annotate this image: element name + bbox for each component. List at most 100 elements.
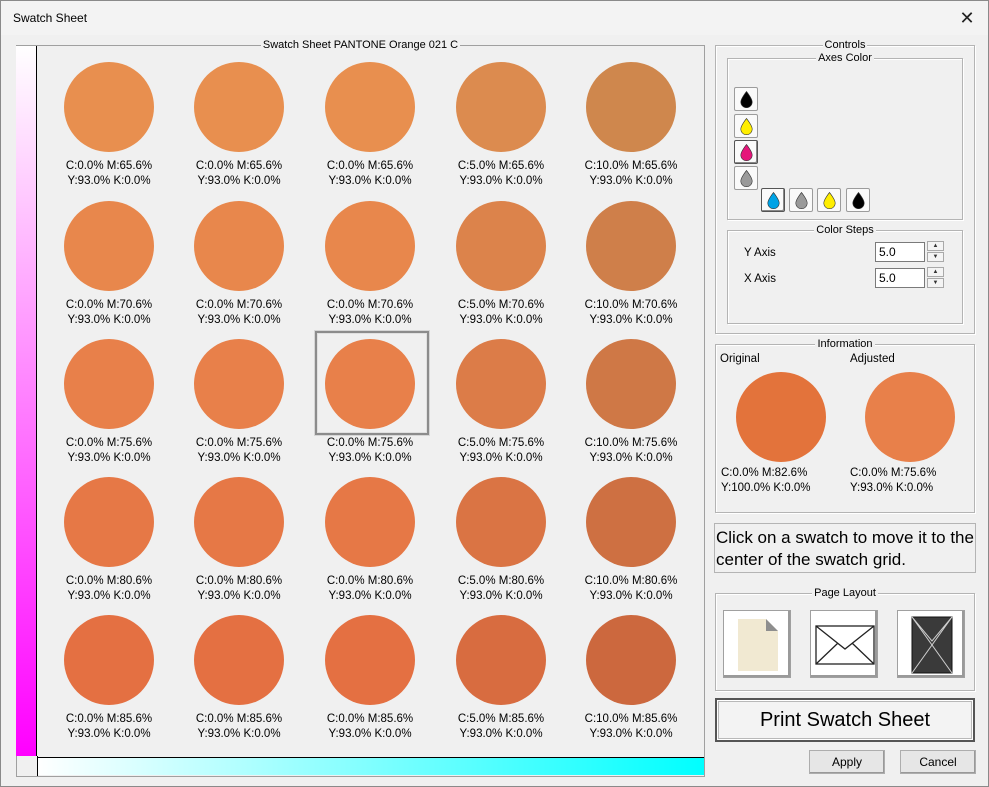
swatch-label: C:5.0% M:65.6% Y:93.0% K:0.0% bbox=[436, 159, 566, 189]
title-bar: Swatch Sheet ✕ bbox=[1, 1, 988, 35]
swatch-label-line2: Y:93.0% K:0.0% bbox=[459, 590, 543, 602]
swatch-cell[interactable]: C:0.0% M:75.6% Y:93.0% K:0.0% bbox=[305, 339, 435, 477]
close-icon[interactable]: ✕ bbox=[954, 5, 980, 31]
swatch-circle[interactable] bbox=[456, 62, 546, 152]
swatch-label-line1: C:10.0% M:85.6% bbox=[584, 713, 678, 725]
y-axis-step-input[interactable] bbox=[875, 242, 925, 262]
swatch-cell[interactable]: C:0.0% M:70.6% Y:93.0% K:0.0% bbox=[305, 201, 435, 339]
swatch-cell[interactable]: C:10.0% M:65.6% Y:93.0% K:0.0% bbox=[566, 62, 696, 200]
swatch-label: C:0.0% M:70.6% Y:93.0% K:0.0% bbox=[44, 298, 174, 328]
swatch-circle[interactable] bbox=[456, 615, 546, 705]
yellow-axis-color-button[interactable] bbox=[734, 114, 758, 138]
swatch-cell[interactable]: C:0.0% M:65.6% Y:93.0% K:0.0% bbox=[174, 62, 304, 200]
swatch-circle[interactable] bbox=[586, 62, 676, 152]
swatch-label: C:5.0% M:85.6% Y:93.0% K:0.0% bbox=[436, 712, 566, 742]
original-values: C:0.0% M:82.6% Y:100.0% K:0.0% bbox=[721, 466, 811, 496]
black-axis-color-button[interactable] bbox=[734, 87, 758, 111]
swatch-label: C:0.0% M:65.6% Y:93.0% K:0.0% bbox=[305, 159, 435, 189]
adjusted-values-line1: C:0.0% M:75.6% bbox=[850, 467, 937, 479]
swatch-label-line1: C:0.0% M:85.6% bbox=[65, 713, 153, 725]
swatch-cell[interactable]: C:10.0% M:80.6% Y:93.0% K:0.0% bbox=[566, 477, 696, 615]
page-layout-legend: Page Layout bbox=[812, 587, 878, 599]
swatch-circle[interactable] bbox=[586, 339, 676, 429]
swatch-label: C:10.0% M:75.6% Y:93.0% K:0.0% bbox=[566, 436, 696, 466]
swatch-label: C:0.0% M:85.6% Y:93.0% K:0.0% bbox=[44, 712, 174, 742]
layout-document-button[interactable] bbox=[723, 610, 791, 678]
yellow-axis-color-button[interactable] bbox=[817, 188, 841, 212]
swatch-label-line1: C:5.0% M:70.6% bbox=[457, 299, 545, 311]
swatch-cell[interactable]: C:10.0% M:85.6% Y:93.0% K:0.0% bbox=[566, 615, 696, 753]
swatch-cell[interactable]: C:5.0% M:85.6% Y:93.0% K:0.0% bbox=[436, 615, 566, 753]
swatch-cell[interactable]: C:5.0% M:80.6% Y:93.0% K:0.0% bbox=[436, 477, 566, 615]
swatch-circle[interactable] bbox=[325, 62, 415, 152]
swatch-circle[interactable] bbox=[64, 201, 154, 291]
swatch-circle[interactable] bbox=[586, 615, 676, 705]
swatch-circle[interactable] bbox=[586, 201, 676, 291]
swatch-label-line2: Y:93.0% K:0.0% bbox=[459, 314, 543, 326]
swatch-cell[interactable]: C:0.0% M:80.6% Y:93.0% K:0.0% bbox=[305, 477, 435, 615]
swatch-cell[interactable]: C:0.0% M:75.6% Y:93.0% K:0.0% bbox=[174, 339, 304, 477]
swatch-cell[interactable]: C:0.0% M:85.6% Y:93.0% K:0.0% bbox=[44, 615, 174, 753]
window-title: Swatch Sheet bbox=[13, 11, 88, 25]
swatch-circle[interactable] bbox=[456, 339, 546, 429]
swatch-circle[interactable] bbox=[325, 339, 415, 429]
swatch-cell[interactable]: C:0.0% M:85.6% Y:93.0% K:0.0% bbox=[174, 615, 304, 753]
swatch-circle[interactable] bbox=[586, 477, 676, 567]
swatch-label-line2: Y:93.0% K:0.0% bbox=[328, 590, 412, 602]
x-axis-step-up[interactable]: ▲ bbox=[927, 267, 944, 277]
apply-button[interactable]: Apply bbox=[809, 750, 885, 774]
swatch-label: C:0.0% M:75.6% Y:93.0% K:0.0% bbox=[305, 436, 435, 466]
swatch-circle[interactable] bbox=[194, 201, 284, 291]
swatch-cell[interactable]: C:0.0% M:65.6% Y:93.0% K:0.0% bbox=[44, 62, 174, 200]
y-axis-step-down[interactable]: ▼ bbox=[927, 252, 944, 262]
swatch-circle[interactable] bbox=[456, 201, 546, 291]
swatch-circle[interactable] bbox=[194, 339, 284, 429]
cyan-axis-color-button[interactable] bbox=[761, 188, 785, 212]
swatch-circle[interactable] bbox=[456, 477, 546, 567]
swatch-cell[interactable]: C:0.0% M:70.6% Y:93.0% K:0.0% bbox=[174, 201, 304, 339]
swatch-circle[interactable] bbox=[325, 201, 415, 291]
envelope-icon bbox=[815, 625, 875, 665]
swatch-label: C:0.0% M:75.6% Y:93.0% K:0.0% bbox=[174, 436, 304, 466]
x-axis-step-down[interactable]: ▼ bbox=[927, 278, 944, 288]
swatch-cell[interactable]: C:10.0% M:70.6% Y:93.0% K:0.0% bbox=[566, 201, 696, 339]
print-swatch-sheet-button[interactable]: Print Swatch Sheet bbox=[715, 698, 975, 742]
layout-dark-envelope-button[interactable] bbox=[897, 610, 965, 678]
layout-envelope-button[interactable] bbox=[810, 610, 878, 678]
adjusted-label: Adjusted bbox=[850, 353, 895, 365]
swatch-circle[interactable] bbox=[64, 477, 154, 567]
x-axis-step-input[interactable] bbox=[875, 268, 925, 288]
swatch-cell[interactable]: C:0.0% M:65.6% Y:93.0% K:0.0% bbox=[305, 62, 435, 200]
swatch-cell[interactable]: C:0.0% M:80.6% Y:93.0% K:0.0% bbox=[174, 477, 304, 615]
swatch-label-line1: C:0.0% M:80.6% bbox=[195, 575, 283, 587]
dark-envelope-icon bbox=[911, 616, 953, 674]
swatch-cell[interactable]: C:10.0% M:75.6% Y:93.0% K:0.0% bbox=[566, 339, 696, 477]
gray-axis-color-button[interactable] bbox=[789, 188, 813, 212]
swatch-circle[interactable] bbox=[64, 339, 154, 429]
swatch-circle[interactable] bbox=[64, 615, 154, 705]
swatch-circle[interactable] bbox=[64, 62, 154, 152]
y-axis-step-up[interactable]: ▲ bbox=[927, 241, 944, 251]
swatch-label: C:10.0% M:70.6% Y:93.0% K:0.0% bbox=[566, 298, 696, 328]
swatch-label: C:5.0% M:80.6% Y:93.0% K:0.0% bbox=[436, 574, 566, 604]
swatch-circle[interactable] bbox=[194, 62, 284, 152]
swatch-label: C:0.0% M:80.6% Y:93.0% K:0.0% bbox=[44, 574, 174, 604]
swatch-circle[interactable] bbox=[194, 477, 284, 567]
swatch-cell[interactable]: C:5.0% M:75.6% Y:93.0% K:0.0% bbox=[436, 339, 566, 477]
swatch-label-line2: Y:93.0% K:0.0% bbox=[589, 452, 673, 464]
swatch-cell[interactable]: C:0.0% M:80.6% Y:93.0% K:0.0% bbox=[44, 477, 174, 615]
swatch-cell[interactable]: C:5.0% M:65.6% Y:93.0% K:0.0% bbox=[436, 62, 566, 200]
swatch-label-line2: Y:93.0% K:0.0% bbox=[328, 452, 412, 464]
cancel-button[interactable]: Cancel bbox=[900, 750, 976, 774]
swatch-cell[interactable]: C:0.0% M:70.6% Y:93.0% K:0.0% bbox=[44, 201, 174, 339]
gray-axis-color-button[interactable] bbox=[734, 166, 758, 190]
swatch-circle[interactable] bbox=[325, 477, 415, 567]
swatch-circle[interactable] bbox=[325, 615, 415, 705]
swatch-cell[interactable]: C:0.0% M:85.6% Y:93.0% K:0.0% bbox=[305, 615, 435, 753]
swatch-cell[interactable]: C:0.0% M:75.6% Y:93.0% K:0.0% bbox=[44, 339, 174, 477]
black-axis-color-button[interactable] bbox=[846, 188, 870, 212]
magenta-axis-color-button[interactable] bbox=[734, 140, 758, 164]
swatch-cell[interactable]: C:5.0% M:70.6% Y:93.0% K:0.0% bbox=[436, 201, 566, 339]
x-axis-gradient-bar bbox=[37, 757, 704, 775]
swatch-circle[interactable] bbox=[194, 615, 284, 705]
